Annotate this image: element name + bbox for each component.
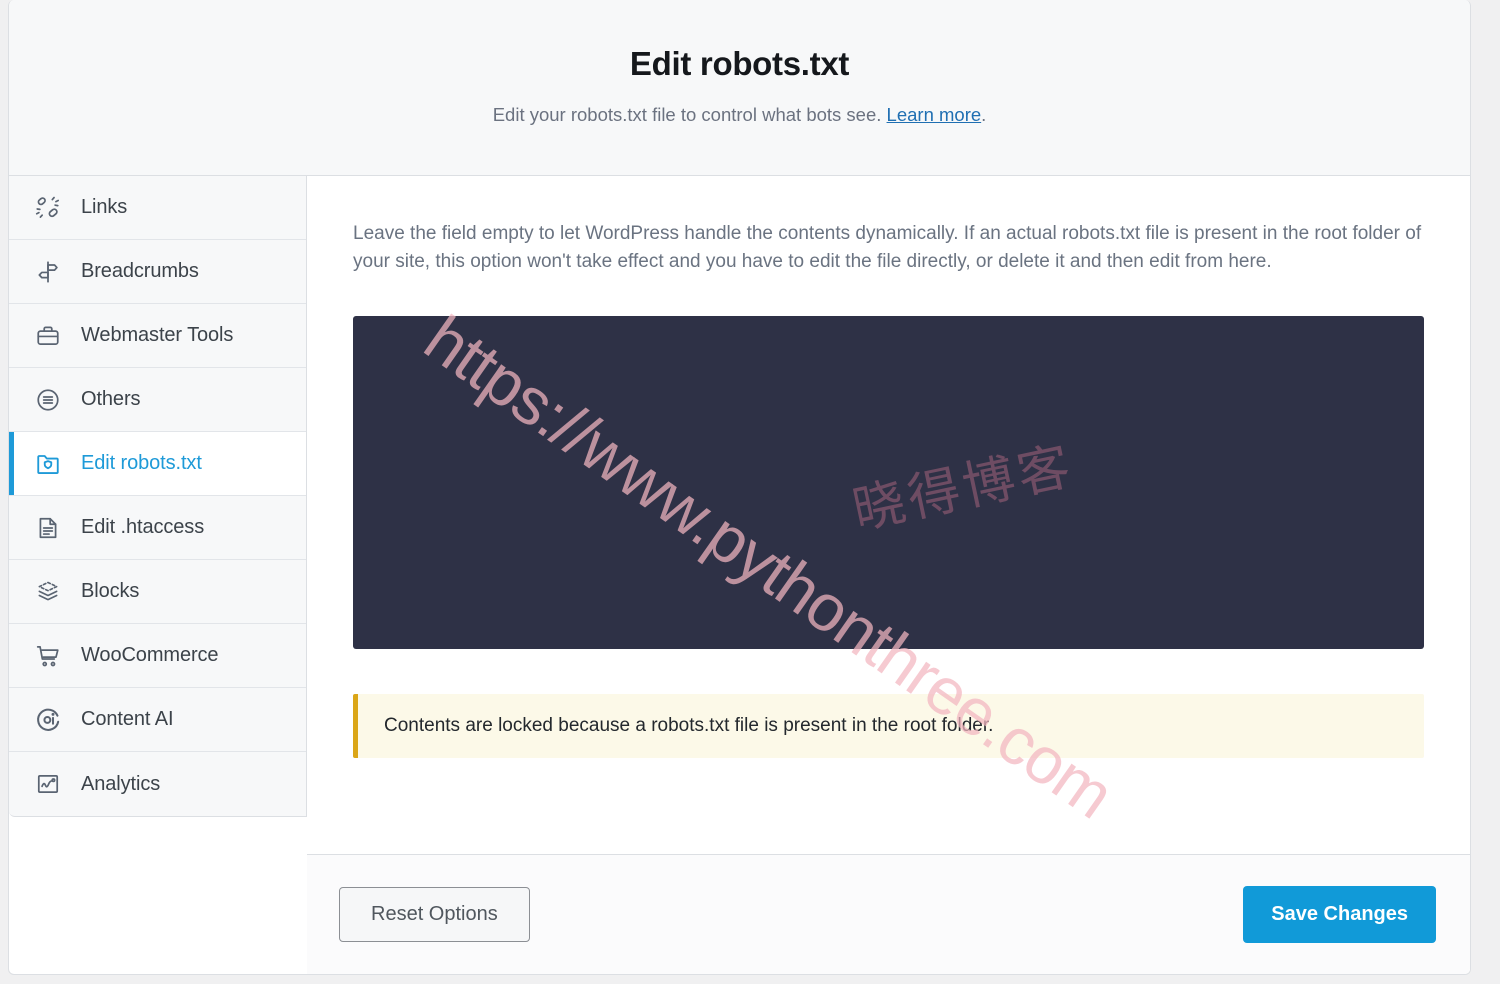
page-subtitle-text: Edit your robots.txt file to control wha… [492, 103, 887, 125]
locked-notice-text: Contents are locked because a robots.txt… [384, 715, 994, 737]
sidebar-item-blocks[interactable]: Blocks [9, 560, 306, 624]
sidebar-item-label: Blocks [81, 580, 140, 602]
content-ai-icon [33, 705, 63, 735]
sidebar-item-label: Edit robots.txt [81, 452, 202, 474]
panel-footer: Reset Options Save Changes [307, 854, 1470, 974]
file-lines-icon [33, 513, 63, 543]
briefcase-icon [33, 321, 63, 351]
sidebar-item-label: Webmaster Tools [81, 324, 234, 346]
list-circle-icon [33, 385, 63, 415]
screen-root: Edit robots.txt Edit your robots.txt fil… [0, 0, 1500, 984]
sidebar-item-label: WooCommerce [81, 644, 219, 666]
sidebar-item-others[interactable]: Others [9, 368, 306, 432]
sidebar-item-content-ai[interactable]: Content AI [9, 688, 306, 752]
sidebar-item-analytics[interactable]: Analytics [9, 752, 306, 816]
sidebar-item-links[interactable]: Links [9, 176, 306, 240]
sidebar-item-label: Content AI [81, 708, 174, 730]
page-title: Edit robots.txt [629, 45, 850, 82]
sidebar-item-label: Breadcrumbs [81, 260, 199, 282]
sidebar-item-label: Links [81, 196, 128, 218]
sidebar-item-woocommerce[interactable]: WooCommerce [9, 624, 306, 688]
sidebar-item-edit-robots-txt[interactable]: Edit robots.txt [9, 432, 306, 496]
settings-panel: Edit robots.txt Edit your robots.txt fil… [8, 0, 1471, 975]
robots-txt-editor-value [353, 316, 1424, 336]
analytics-chart-icon [33, 769, 63, 799]
helper-text: Leave the field empty to let WordPress h… [353, 223, 1422, 273]
settings-sidebar: Links Breadcrumbs Webmaster Tools Others… [9, 176, 307, 817]
folder-shield-icon [33, 449, 63, 479]
page-subtitle: Edit your robots.txt file to control wha… [9, 104, 1470, 126]
shopping-cart-icon [33, 641, 63, 671]
locked-notice: Contents are locked because a robots.txt… [353, 694, 1424, 759]
sidebar-item-label: Analytics [81, 772, 161, 795]
signpost-icon [33, 257, 63, 287]
sidebar-item-edit-htaccess[interactable]: Edit .htaccess [9, 496, 306, 560]
layers-icon [33, 577, 63, 607]
robots-txt-editor[interactable] [353, 316, 1424, 650]
links-icon [33, 193, 63, 223]
sidebar-item-webmaster-tools[interactable]: Webmaster Tools [9, 304, 306, 368]
sidebar-item-label: Others [81, 388, 141, 410]
page-header: Edit robots.txt Edit your robots.txt fil… [9, 0, 1470, 176]
learn-more-link[interactable]: Learn more [887, 104, 982, 125]
save-changes-button[interactable]: Save Changes [1243, 886, 1436, 943]
sidebar-item-breadcrumbs[interactable]: Breadcrumbs [9, 240, 306, 304]
page-subtitle-period: . [981, 103, 987, 125]
reset-options-button[interactable]: Reset Options [339, 887, 530, 942]
sidebar-item-label: Edit .htaccess [81, 516, 205, 538]
